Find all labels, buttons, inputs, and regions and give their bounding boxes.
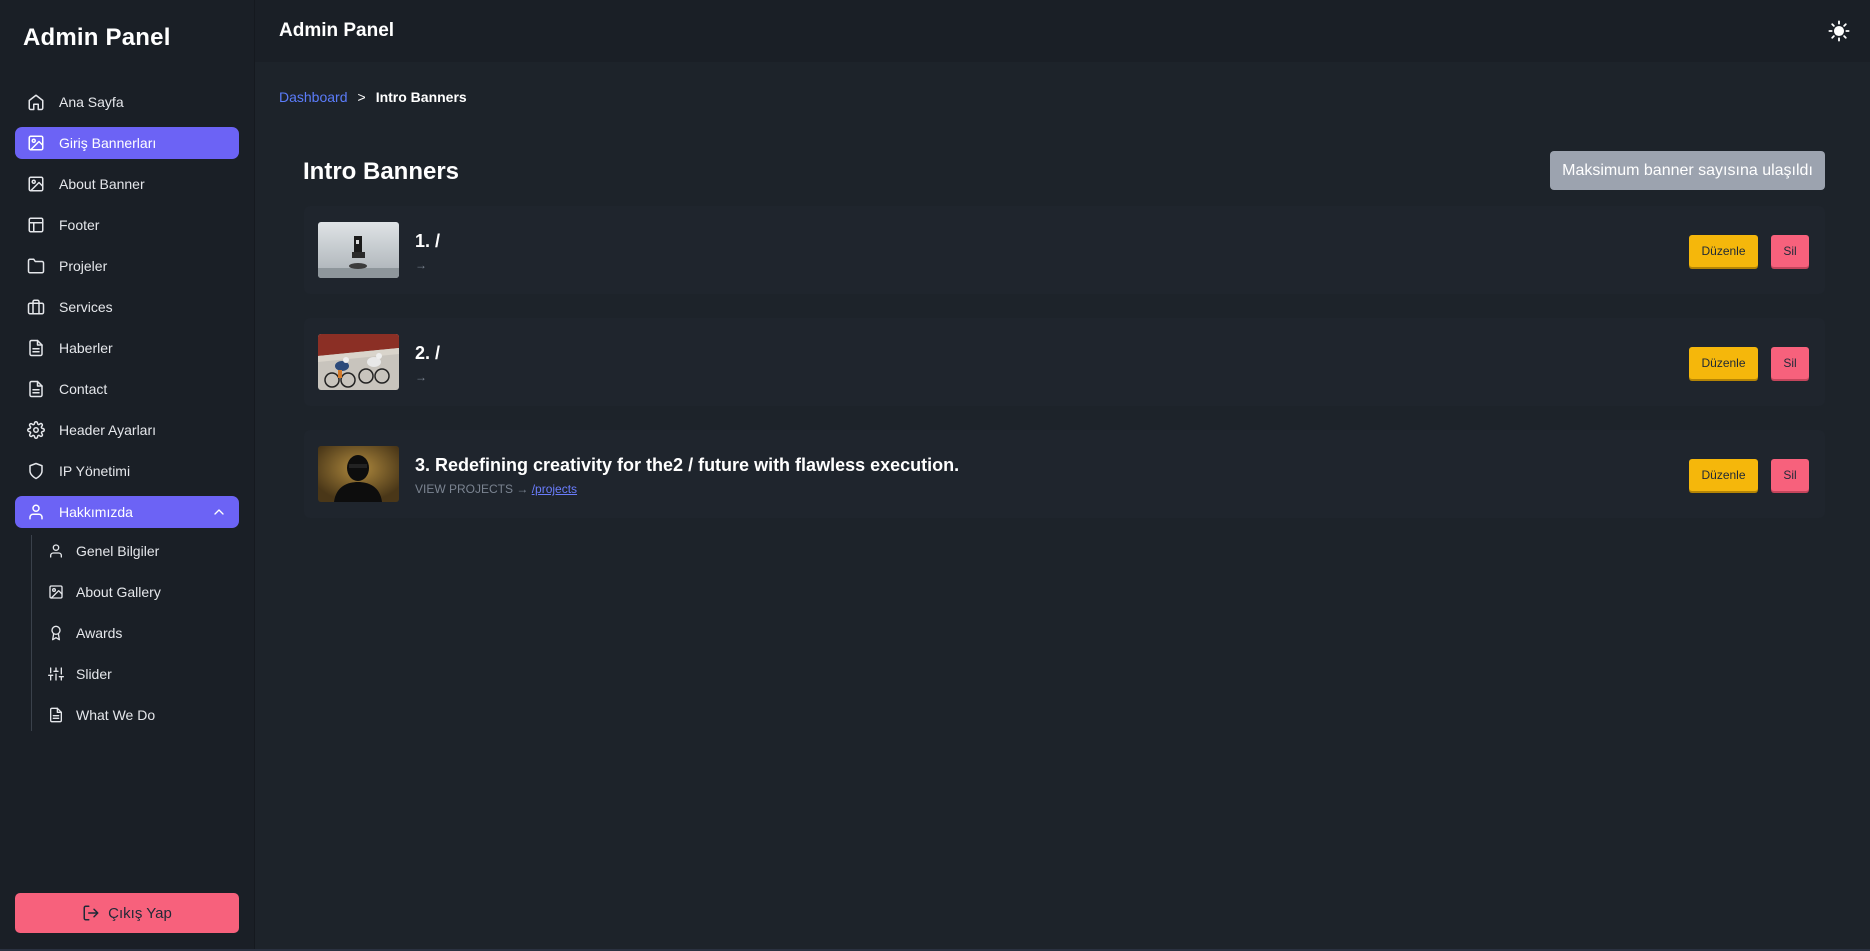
sidebar-item-label: Projeler xyxy=(59,258,108,274)
banner-card: 1. / → Düzenle Sil xyxy=(304,206,1825,294)
sliders-icon xyxy=(48,666,64,682)
breadcrumb: Dashboard > Intro Banners xyxy=(279,89,467,105)
hakkimizda-submenu: Genel Bilgiler About Gallery Awards Slid… xyxy=(31,535,239,731)
logout-button[interactable]: Çıkış Yap xyxy=(15,893,239,933)
subitem-label: What We Do xyxy=(76,707,156,723)
sidebar: Admin Panel Ana Sayfa Giriş Bannerları A… xyxy=(0,0,255,951)
user-icon xyxy=(48,543,64,559)
subitem-label: Slider xyxy=(76,666,112,682)
image-icon xyxy=(27,175,45,193)
subitem-slider[interactable]: Slider xyxy=(32,658,239,690)
topbar-title: Admin Panel xyxy=(279,20,395,41)
delete-button[interactable]: Sil xyxy=(1771,347,1809,379)
banner-thumbnail xyxy=(318,334,399,390)
document-icon xyxy=(27,380,45,398)
banner-thumbnail xyxy=(318,446,399,502)
banner-subtitle-text: VIEW PROJECTS → xyxy=(415,482,529,496)
sidebar-item-label: Haberler xyxy=(59,340,113,356)
chevron-up-icon[interactable] xyxy=(211,504,227,520)
max-banner-button[interactable]: Maksimum banner sayısına ulaşıldı xyxy=(1550,151,1825,190)
sidebar-item-hakkimizda[interactable]: Hakkımızda xyxy=(15,496,239,528)
edit-button[interactable]: Düzenle xyxy=(1689,459,1758,491)
sidebar-item-ip-yonetimi[interactable]: IP Yönetimi xyxy=(15,455,239,487)
sidebar-item-giris-bannerlari[interactable]: Giriş Bannerları xyxy=(15,127,239,159)
sidebar-item-services[interactable]: Services xyxy=(15,291,239,323)
subitem-awards[interactable]: Awards xyxy=(32,617,239,649)
user-icon xyxy=(27,503,45,521)
sidebar-item-label: Header Ayarları xyxy=(59,422,157,438)
banner-title: 3. Redefining creativity for the2 / futu… xyxy=(415,455,960,475)
document-icon xyxy=(27,339,45,357)
subitem-label: Awards xyxy=(76,625,123,641)
banner-subtitle: → xyxy=(415,258,427,272)
banner-subtitle: → xyxy=(415,370,427,384)
award-icon xyxy=(48,625,64,641)
edit-button[interactable]: Düzenle xyxy=(1689,347,1758,379)
sidebar-item-label: Hakkımızda xyxy=(59,504,133,520)
sun-icon[interactable] xyxy=(1828,20,1850,42)
banner-thumbnail xyxy=(318,222,399,278)
topbar: Admin Panel xyxy=(255,0,1870,62)
breadcrumb-current: Intro Banners xyxy=(375,89,467,105)
shield-icon xyxy=(27,462,45,480)
delete-button[interactable]: Sil xyxy=(1771,459,1809,491)
banner-card: 2. / → Düzenle Sil xyxy=(304,318,1825,406)
breadcrumb-dashboard-link[interactable]: Dashboard xyxy=(279,89,348,105)
sidebar-item-label: Contact xyxy=(59,381,108,397)
sidebar-item-label: Services xyxy=(59,299,113,315)
banner-subtitle: VIEW PROJECTS → /projects xyxy=(415,482,577,496)
sidebar-item-about-banner[interactable]: About Banner xyxy=(15,168,239,200)
delete-button[interactable]: Sil xyxy=(1771,235,1809,267)
image-icon xyxy=(27,134,45,152)
sidebar-item-label: IP Yönetimi xyxy=(59,463,131,479)
sidebar-item-label: Giriş Bannerları xyxy=(59,135,157,151)
sidebar-item-footer[interactable]: Footer xyxy=(15,209,239,241)
sidebar-item-header-ayarlari[interactable]: Header Ayarları xyxy=(15,414,239,446)
breadcrumb-separator: > xyxy=(357,89,366,105)
sidebar-item-label: Ana Sayfa xyxy=(59,94,124,110)
subitem-what-we-do[interactable]: What We Do xyxy=(32,699,239,731)
subitem-about-gallery[interactable]: About Gallery xyxy=(32,576,239,608)
banner-title: 1. / xyxy=(415,231,441,251)
banner-link[interactable]: /projects xyxy=(532,482,577,496)
home-icon xyxy=(27,93,45,111)
sidebar-item-projeler[interactable]: Projeler xyxy=(15,250,239,282)
gear-icon xyxy=(27,421,45,439)
sidebar-item-label: Footer xyxy=(59,217,100,233)
layout-icon xyxy=(27,216,45,234)
briefcase-icon xyxy=(27,298,45,316)
image-icon xyxy=(48,584,64,600)
banner-card: 3. Redefining creativity for the2 / futu… xyxy=(304,430,1825,518)
sidebar-item-haberler[interactable]: Haberler xyxy=(15,332,239,364)
logout-icon xyxy=(82,904,100,922)
edit-button[interactable]: Düzenle xyxy=(1689,235,1758,267)
sidebar-nav: Ana Sayfa Giriş Bannerları About Banner … xyxy=(15,86,239,740)
banner-title: 2. / xyxy=(415,343,441,363)
subitem-genel-bilgiler[interactable]: Genel Bilgiler xyxy=(32,535,239,567)
document-icon xyxy=(48,707,64,723)
logout-label: Çıkış Yap xyxy=(108,904,172,922)
brand-title: Admin Panel xyxy=(23,24,171,51)
folder-icon xyxy=(27,257,45,275)
page-title: Intro Banners xyxy=(303,158,460,185)
sidebar-item-label: About Banner xyxy=(59,176,145,192)
sidebar-item-contact[interactable]: Contact xyxy=(15,373,239,405)
subitem-label: About Gallery xyxy=(76,584,161,600)
subitem-label: Genel Bilgiler xyxy=(76,543,160,559)
sidebar-item-ana-sayfa[interactable]: Ana Sayfa xyxy=(15,86,239,118)
